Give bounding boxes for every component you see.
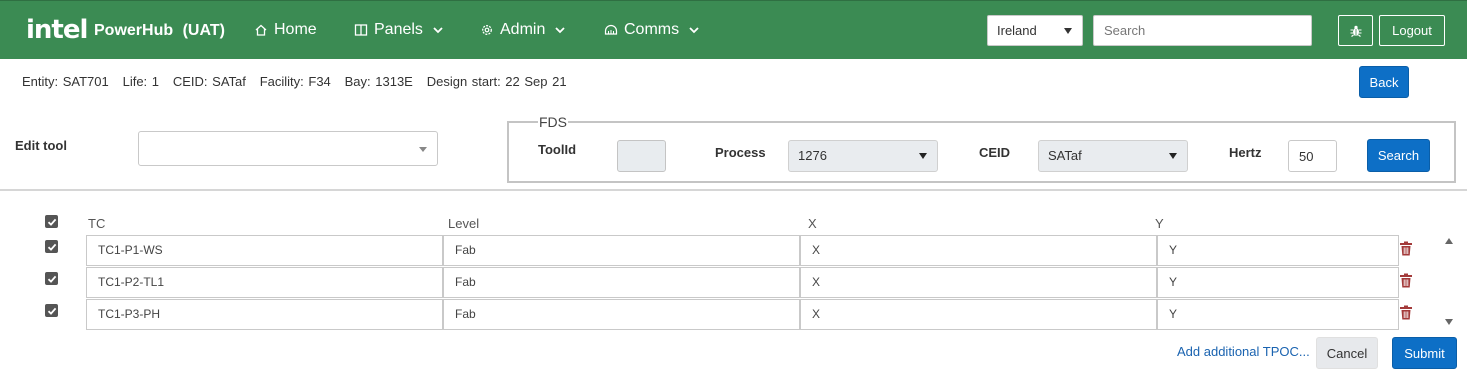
checkmark-icon: [47, 307, 56, 315]
trash-icon[interactable]: [1399, 305, 1413, 320]
scroll-down-arrow-icon[interactable]: [1445, 319, 1453, 325]
region-select[interactable]: Ireland: [987, 15, 1083, 46]
row-checkbox[interactable]: [45, 240, 58, 253]
y-field[interactable]: Y: [1157, 299, 1399, 330]
ceid-select[interactable]: SATaf: [1038, 140, 1188, 172]
y-field[interactable]: Y: [1157, 235, 1399, 266]
caret-down-icon: [919, 153, 927, 159]
hertz-input[interactable]: [1288, 140, 1337, 172]
chevron-down-icon: [689, 27, 699, 34]
nav-comms[interactable]: Comms: [604, 19, 700, 41]
toolid-label: ToolId: [538, 142, 577, 157]
chevron-down-icon: [433, 27, 443, 34]
caret-down-icon: [1064, 28, 1072, 34]
edit-tool-label: Edit tool: [15, 138, 67, 153]
checkmark-icon: [47, 243, 56, 251]
checkmark-icon: [47, 275, 56, 283]
toolid-field[interactable]: [617, 140, 666, 172]
process-select[interactable]: 1276: [788, 140, 938, 172]
intel-logo[interactable]: intel: [26, 15, 88, 45]
panels-icon: [354, 24, 368, 36]
nav-comms-label: Comms: [624, 21, 680, 38]
home-icon: [255, 24, 267, 36]
ceid-value: SATaf: [1048, 148, 1082, 163]
entity-info: Entity: SAT701 Life: 1 CEID: SATaf Facil…: [22, 74, 567, 89]
tc-field[interactable]: TC1-P2-TL1: [86, 267, 443, 298]
nav-home-label: Home: [274, 21, 317, 38]
nav-home[interactable]: Home: [254, 19, 317, 41]
level-field[interactable]: Fab: [443, 267, 800, 298]
bug-icon: [1350, 25, 1361, 37]
nav-panels-label: Panels: [374, 21, 423, 38]
design-start-text: Design start: 22 Sep 21: [426, 74, 567, 89]
trash-icon[interactable]: [1399, 273, 1413, 288]
scroll-up-arrow-icon[interactable]: [1445, 238, 1453, 244]
checkmark-icon: [47, 218, 56, 226]
section-divider: [0, 189, 1467, 191]
back-button[interactable]: Back: [1359, 66, 1409, 98]
process-value: 1276: [798, 148, 827, 163]
level-field[interactable]: Fab: [443, 235, 800, 266]
facility-text: Facility: F34: [259, 74, 331, 89]
process-label: Process: [715, 145, 766, 160]
logout-button[interactable]: Logout: [1379, 15, 1445, 46]
environment-label: (UAT): [182, 22, 225, 39]
level-field[interactable]: Fab: [443, 299, 800, 330]
gear-icon: [482, 25, 492, 35]
chevron-down-icon: [555, 27, 565, 34]
trash-icon[interactable]: [1399, 241, 1413, 256]
x-field[interactable]: X: [800, 235, 1157, 266]
top-navbar: intel PowerHub (UAT) Home Panels Admin C…: [0, 0, 1467, 59]
life-text: Life: 1: [122, 74, 160, 89]
bay-text: Bay: 1313E: [344, 74, 413, 89]
caret-down-icon: [1169, 153, 1177, 159]
caret-down-icon: [419, 147, 427, 152]
edit-tool-select[interactable]: [138, 131, 438, 166]
fds-search-button[interactable]: Search: [1367, 139, 1430, 172]
nav-admin-label: Admin: [500, 21, 546, 38]
comms-icon: [604, 24, 618, 35]
add-tpoc-link[interactable]: Add additional TPOC...: [1177, 344, 1310, 359]
y-field[interactable]: Y: [1157, 267, 1399, 298]
entity-text: Entity: SAT701: [22, 74, 109, 89]
column-header-tc: TC: [88, 216, 106, 231]
tc-field[interactable]: TC1-P1-WS: [86, 235, 443, 266]
tc-field[interactable]: TC1-P3-PH: [86, 299, 443, 330]
x-field[interactable]: X: [800, 267, 1157, 298]
x-field[interactable]: X: [800, 299, 1157, 330]
column-header-y: Y: [1155, 216, 1164, 231]
app-title[interactable]: PowerHub (UAT): [94, 21, 225, 41]
bug-report-button[interactable]: [1338, 15, 1373, 46]
app-name: PowerHub: [94, 22, 174, 39]
cancel-button[interactable]: Cancel: [1316, 337, 1378, 369]
row-checkbox[interactable]: [45, 304, 58, 317]
fds-legend: FDS: [538, 114, 568, 130]
column-header-x: X: [808, 216, 817, 231]
nav-panels[interactable]: Panels: [354, 19, 444, 41]
submit-button[interactable]: Submit: [1392, 337, 1457, 369]
region-value: Ireland: [997, 23, 1037, 38]
row-checkbox[interactable]: [45, 272, 58, 285]
nav-admin[interactable]: Admin: [480, 19, 566, 41]
hertz-label: Hertz: [1229, 145, 1262, 160]
ceid-text: CEID: SATaf: [172, 74, 246, 89]
column-header-level: Level: [448, 216, 480, 231]
select-all-checkbox[interactable]: [45, 215, 58, 228]
search-input[interactable]: [1093, 15, 1312, 46]
ceid-label: CEID: [979, 145, 1011, 160]
